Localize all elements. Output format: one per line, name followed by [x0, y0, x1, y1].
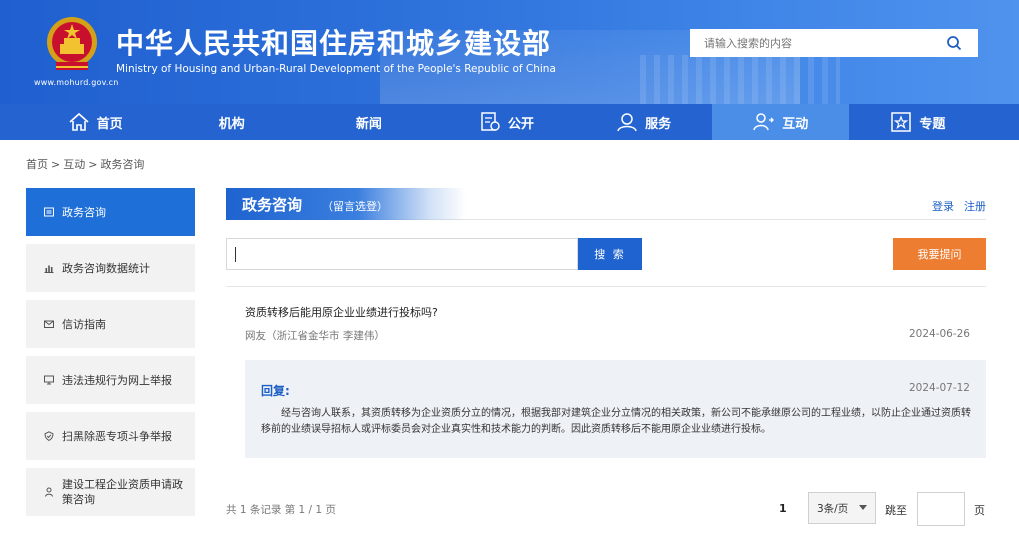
nav-item-service[interactable]: 服务 — [575, 104, 712, 140]
sidebar-item-anti-crime-report[interactable]: 扫黑除恶专项斗争举报 — [26, 412, 195, 460]
sidebar-item-qualification-policy[interactable]: 建设工程企业资质申请政策咨询 — [26, 468, 195, 516]
site-subtitle-en: Ministry of Housing and Urban-Rural Deve… — [116, 63, 556, 75]
section-title: 政务咨询 — [242, 196, 303, 214]
main-nav: 首页 机构 新闻 公开 服务 互动 专题 — [0, 104, 1019, 140]
nav-label: 专题 — [919, 116, 946, 132]
header-search — [690, 29, 978, 57]
breadcrumb-current: 政务咨询 — [100, 158, 145, 171]
per-page-select[interactable]: 3条/页 — [808, 492, 876, 524]
sidebar-item-consultation[interactable]: 政务咨询 — [26, 188, 195, 236]
header-background-columns — [640, 55, 840, 104]
ask-question-button[interactable]: 我要提问 — [893, 238, 986, 270]
reply-label: 回复: — [261, 384, 290, 398]
sidebar-item-statistics[interactable]: 政务咨询数据统计 — [26, 244, 195, 292]
breadcrumb-home[interactable]: 首页 — [26, 158, 48, 171]
site-header: www.mohurd.gov.cn 中华人民共和国住房和城乡建设部 Minist… — [0, 0, 1019, 104]
jump-label: 跳至 — [885, 504, 907, 517]
nav-item-public[interactable]: 公开 — [437, 104, 574, 140]
header-search-input[interactable] — [690, 29, 938, 57]
nav-item-topics[interactable]: 专题 — [849, 104, 986, 140]
monitor-icon — [44, 375, 54, 385]
login-link[interactable]: 登录 — [932, 200, 954, 213]
nav-item-interaction[interactable]: 互动 — [711, 104, 849, 140]
consultation-search-input[interactable] — [226, 238, 578, 270]
question-title[interactable]: 资质转移后能用原企业业绩进行投标吗? — [245, 304, 438, 320]
nav-item-home[interactable]: 首页 — [26, 104, 163, 140]
person-icon — [45, 487, 53, 497]
mail-icon — [44, 320, 54, 328]
interaction-icon — [753, 113, 775, 131]
national-emblem-icon — [47, 17, 97, 70]
auth-links: 登录 注册 — [922, 198, 986, 214]
nav-label: 机构 — [218, 116, 245, 132]
pagination: 共 1 条记录 第 1 / 1 页 1 3条/页 跳至 页 — [226, 492, 986, 526]
per-page-value: 3条/页 — [817, 502, 849, 515]
breadcrumb-interaction[interactable]: 互动 — [63, 158, 85, 171]
page-jump-input[interactable] — [917, 492, 965, 526]
message-icon — [44, 207, 54, 217]
section-title-bar: 政务咨询 （留言选登） 登录 注册 — [226, 188, 986, 220]
nav-label: 互动 — [782, 116, 809, 132]
sidebar-item-label: 政务咨询数据统计 — [62, 262, 150, 275]
home-icon — [69, 112, 89, 131]
header-search-button[interactable] — [930, 29, 978, 57]
bar-chart-icon — [44, 265, 54, 273]
search-icon — [947, 36, 962, 51]
reply-box: 回复: 2024-07-12 经与咨询人联系，其资质转移为企业资质分立的情况，根… — [245, 360, 986, 458]
consultation-search-button[interactable]: 搜 索 — [578, 238, 642, 270]
page-unit-label: 页 — [974, 504, 985, 517]
sidebar: 政务咨询 政务咨询数据统计 信访指南 违法违规行为网上举报 扫黑除恶专项斗争举报 — [26, 188, 195, 524]
nav-label: 新闻 — [355, 116, 382, 132]
sidebar-item-violation-report[interactable]: 违法违规行为网上举报 — [26, 356, 195, 404]
register-link[interactable]: 注册 — [964, 200, 986, 213]
shield-icon — [44, 431, 54, 441]
nav-label: 公开 — [507, 116, 534, 132]
breadcrumb: 首页 > 互动 > 政务咨询 — [26, 158, 145, 171]
nav-label: 服务 — [645, 116, 672, 132]
section-title-tab: 政务咨询 （留言选登） — [226, 188, 466, 220]
nav-item-organization[interactable]: 机构 — [163, 104, 300, 140]
sidebar-item-label: 违法违规行为网上举报 — [62, 374, 172, 387]
star-icon — [891, 112, 912, 132]
site-title: 中华人民共和国住房和城乡建设部 — [116, 27, 552, 60]
service-icon — [617, 113, 637, 132]
reply-date: 2024-07-12 — [908, 382, 970, 394]
document-icon — [481, 112, 500, 131]
nav-label: 首页 — [96, 116, 123, 132]
sidebar-item-label: 政务咨询 — [62, 206, 106, 219]
site-url: www.mohurd.gov.cn — [34, 78, 119, 87]
sidebar-item-label: 扫黑除恶专项斗争举报 — [62, 430, 172, 443]
chevron-down-icon — [859, 505, 867, 510]
nav-item-news[interactable]: 新闻 — [300, 104, 437, 140]
text-cursor — [235, 247, 236, 262]
sidebar-item-label: 信访指南 — [62, 318, 106, 331]
question-date: 2024-06-26 — [908, 328, 970, 340]
question-user: 网友（浙江省金华市 李建伟） — [245, 330, 385, 342]
pagination-summary: 共 1 条记录 第 1 / 1 页 — [226, 504, 336, 516]
sidebar-item-label: 建设工程企业资质申请政策咨询 — [62, 478, 183, 506]
reply-text: 经与咨询人联系，其资质转移为企业资质分立的情况，根据我部对建筑企业分立情况的相关… — [261, 408, 971, 435]
divider — [226, 286, 986, 287]
current-page[interactable]: 1 — [779, 502, 787, 515]
sidebar-item-petition-guide[interactable]: 信访指南 — [26, 300, 195, 348]
section-subtitle: （留言选登） — [322, 200, 388, 213]
